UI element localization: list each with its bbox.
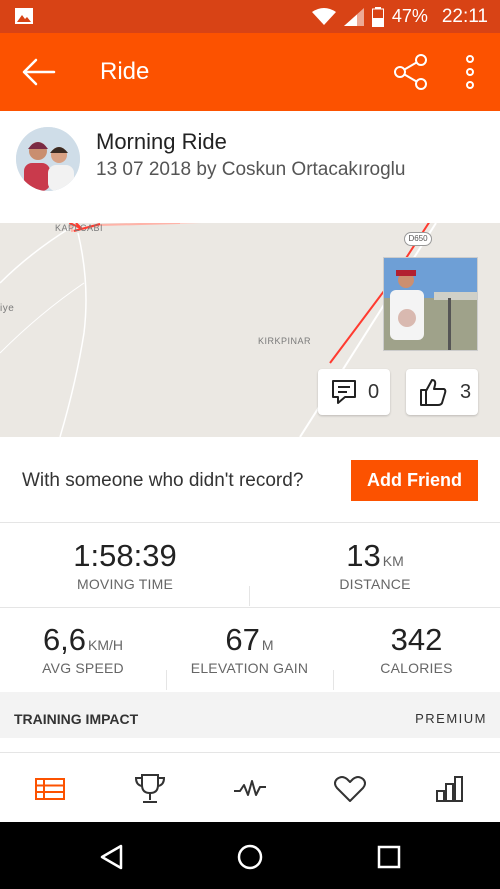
clock: 22:11: [441, 5, 488, 27]
signal-icon: [343, 7, 364, 26]
battery-icon: [371, 6, 384, 27]
comments-button[interactable]: 0: [318, 369, 390, 415]
nav-recents-icon[interactable]: [374, 842, 404, 872]
route-map[interactable]: KAPLCABI iye KIRKPINAR D650 0 3: [0, 223, 500, 437]
status-bar: 47% 22:11: [0, 0, 500, 33]
premium-badge: PREMIUM: [415, 711, 487, 726]
kudos-button[interactable]: 3: [406, 369, 478, 415]
activity-pulse-icon[interactable]: [230, 773, 270, 805]
wifi-icon: [311, 7, 336, 25]
elevation-label: ELEVATION GAIN: [190, 660, 309, 676]
calories-label: CALORIES: [380, 660, 453, 676]
bottom-tab-bar: [0, 752, 500, 822]
avatar[interactable]: [16, 127, 80, 191]
moving-time-label: MOVING TIME: [76, 576, 174, 592]
calories-stat: 342 CALORIES: [333, 622, 500, 676]
avg-speed-value: 6,6: [42, 622, 87, 657]
divider: [166, 670, 167, 690]
page-title: Ride: [100, 58, 150, 85]
nav-home-icon[interactable]: [235, 842, 265, 872]
elevation-value: 67: [225, 622, 260, 657]
system-nav-bar: [0, 822, 500, 889]
moving-time-value: 1:58:39: [73, 538, 177, 573]
activity-photo[interactable]: [383, 257, 478, 351]
nav-back-icon[interactable]: [97, 842, 127, 872]
divider: [249, 586, 250, 606]
back-arrow-icon[interactable]: [18, 55, 58, 89]
comments-count: 0: [368, 380, 380, 403]
place-label: KIRKPINAR: [258, 336, 312, 346]
distance-label: DISTANCE: [339, 576, 411, 592]
feed-icon[interactable]: [30, 773, 70, 805]
distance-stat: 13 KM DISTANCE: [250, 538, 500, 592]
trophy-icon[interactable]: [130, 773, 170, 805]
thumbs-up-icon: [420, 379, 447, 406]
more-vert-icon[interactable]: [460, 53, 480, 91]
share-icon[interactable]: [392, 53, 430, 91]
kudos-count: 3: [460, 380, 472, 403]
training-impact-label: TRAINING IMPACT: [14, 711, 139, 727]
bar-chart-icon[interactable]: [430, 773, 470, 805]
activity-title: Morning Ride: [96, 129, 227, 154]
road-badge: D650: [404, 232, 432, 246]
elevation-unit: M: [261, 637, 274, 653]
add-friend-row: With someone who didn't record? Add Frie…: [0, 437, 500, 523]
activity-subtitle: 13 07 2018 by Coskun Ortacakıroglu: [96, 159, 406, 180]
image-icon: [15, 8, 33, 24]
activity-header: Morning Ride 13 07 2018 by Coskun Ortaca…: [0, 111, 500, 223]
battery-percent: 47%: [391, 6, 428, 26]
training-impact-row[interactable]: TRAINING IMPACT PREMIUM: [0, 692, 500, 738]
place-label: iye: [0, 303, 15, 314]
add-friend-button[interactable]: Add Friend: [351, 460, 478, 501]
divider: [0, 607, 500, 608]
elevation-stat: 67 M ELEVATION GAIN: [166, 622, 333, 676]
distance-unit: KM: [382, 553, 404, 569]
moving-time-stat: 1:58:39 MOVING TIME: [0, 538, 250, 592]
heart-icon[interactable]: [330, 773, 370, 805]
avg-speed-unit: KM/H: [88, 637, 124, 653]
distance-value: 13: [346, 538, 381, 573]
calories-value: 342: [390, 622, 443, 657]
app-bar: Ride: [0, 33, 500, 111]
avg-speed-stat: 6,6 KM/H AVG SPEED: [0, 622, 166, 676]
place-label: KAPLCABI: [55, 223, 104, 233]
avg-speed-label: AVG SPEED: [42, 660, 124, 676]
stats-panel: 1:58:39 MOVING TIME 13 KM DISTANCE 6,6 KM/…: [0, 524, 500, 692]
add-friend-prompt: With someone who didn't record?: [22, 470, 304, 491]
divider: [333, 670, 334, 690]
comment-icon: [332, 380, 356, 404]
